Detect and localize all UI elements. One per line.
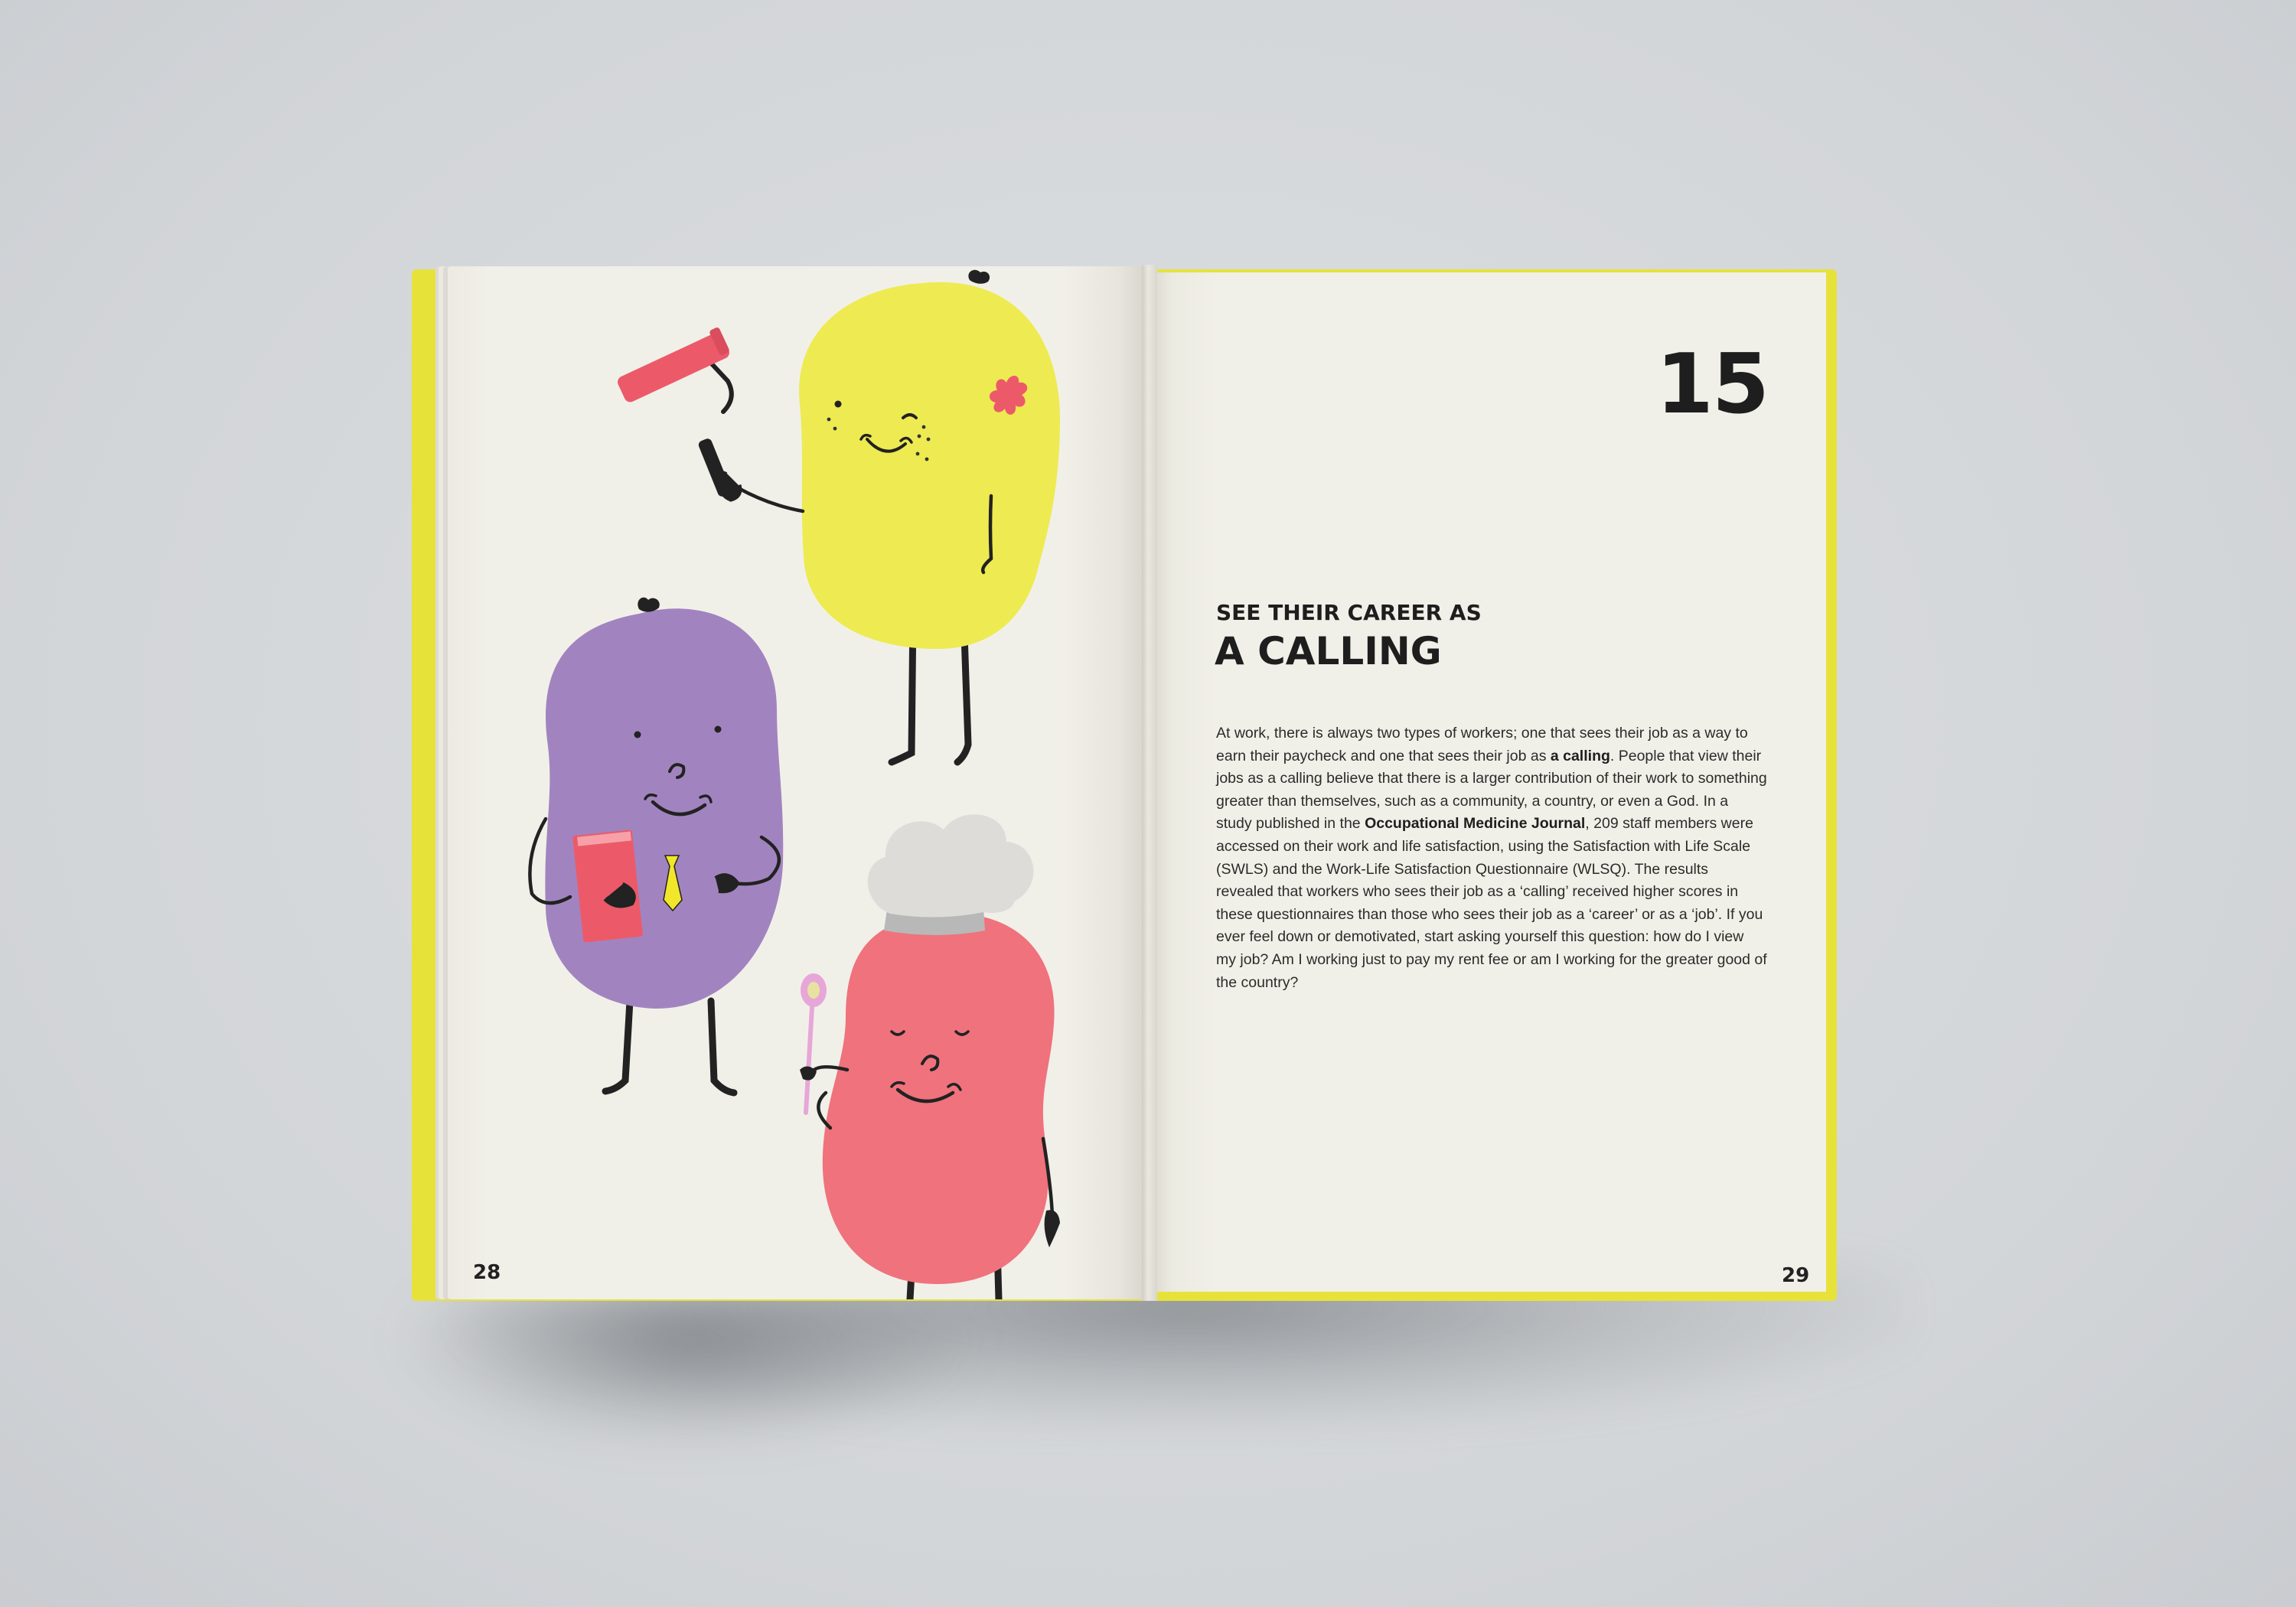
body-emphasis: a calling: [1550, 747, 1610, 764]
painter-hair: [968, 269, 990, 284]
paint-roller-icon: [618, 328, 742, 502]
spoon-icon: [801, 973, 827, 1115]
folder-icon: [572, 830, 643, 943]
chef-hat-icon: [867, 814, 1034, 918]
chapter-number: 15: [1655, 337, 1769, 432]
businessman-right-leg: [707, 997, 738, 1097]
painter-arm: [736, 486, 805, 513]
businessman-character: [528, 597, 784, 1097]
section-kicker: SEE THEIR CAREER AS: [1216, 600, 1482, 625]
left-page-number: 28: [473, 1261, 501, 1284]
body-emphasis: Occupational Medicine Journal: [1365, 815, 1586, 833]
right-page-number: 29: [1782, 1264, 1810, 1287]
businessman-hair: [638, 597, 660, 612]
chef-character: [800, 814, 1060, 1299]
section-headline: A CALLING: [1215, 629, 1442, 673]
body-paragraph: At work, there is always two types of wo…: [1216, 722, 1767, 994]
painter-eye: [834, 400, 842, 408]
body-run: , 209 staff members were accessed on the…: [1216, 815, 1767, 991]
painter-body: [799, 282, 1060, 649]
illustration: [528, 269, 1060, 1299]
book-shadow-left: [398, 1293, 980, 1446]
businessman-left-leg: [602, 997, 634, 1095]
